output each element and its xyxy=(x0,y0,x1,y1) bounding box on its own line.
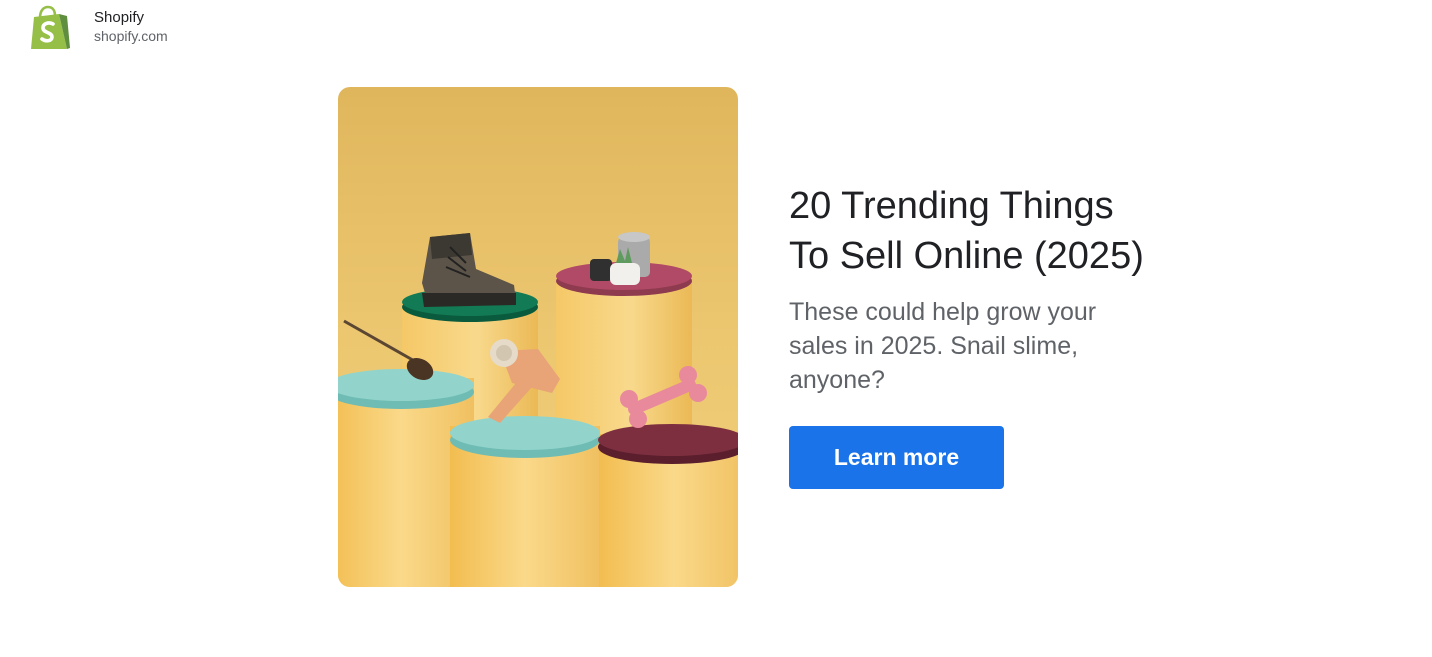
ad-description: These could help grow your sales in 2025… xyxy=(789,298,1097,394)
ad-image[interactable] xyxy=(338,87,738,587)
ad-headline[interactable]: 20 Trending Things To Sell Online (2025) xyxy=(789,181,1209,281)
product-pedestals-image xyxy=(338,87,738,587)
advertiser-text: Shopify shopify.com xyxy=(94,8,168,46)
advertiser-link[interactable]: Shopify shopify.com xyxy=(28,5,168,53)
shopify-bag-icon xyxy=(31,5,70,49)
ad-page: Shopify shopify.com 20 Trending Things T… xyxy=(0,0,1432,657)
learn-more-button[interactable]: Learn more xyxy=(789,426,1004,489)
advertiser-domain: shopify.com xyxy=(94,28,168,44)
advertiser-name: Shopify xyxy=(94,9,145,26)
ad-copy: 20 Trending Things To Sell Online (2025)… xyxy=(789,181,1209,489)
